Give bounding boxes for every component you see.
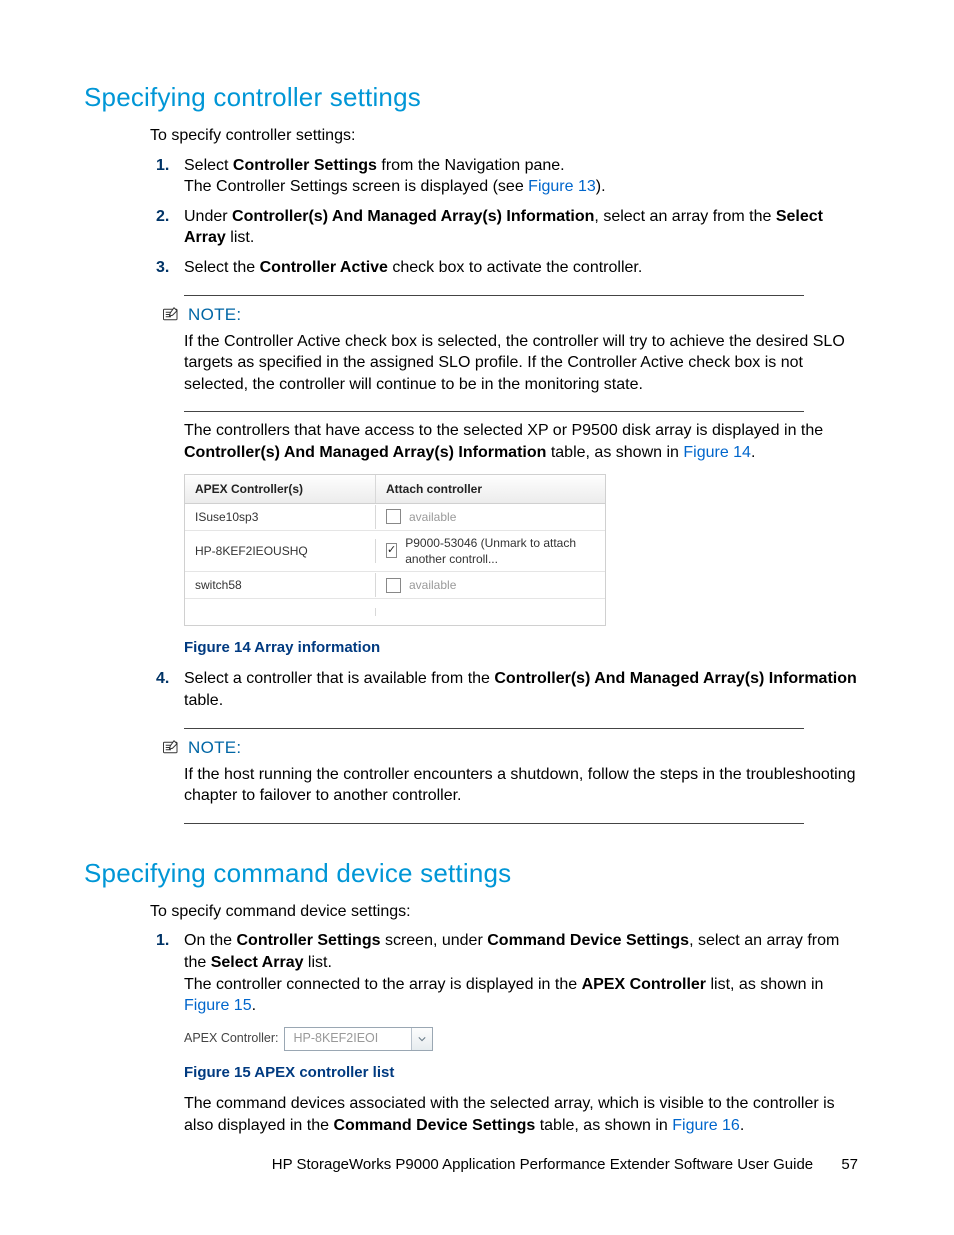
text: Select a controller that is available fr…: [184, 670, 494, 687]
text: On the: [184, 932, 236, 949]
bold: Controller Active: [260, 259, 388, 276]
text: from the Navigation pane.: [377, 157, 565, 174]
bold: Controller(s) And Managed Array(s) Infor…: [184, 444, 546, 461]
step-4: Select a controller that is available fr…: [184, 668, 864, 711]
text: , select an array from the: [594, 208, 775, 225]
page-number: 57: [841, 1156, 858, 1173]
apex-controller-label: APEX Controller:: [184, 1030, 278, 1047]
steps-list-2: On the Controller Settings screen, under…: [150, 930, 864, 1016]
text: list.: [226, 229, 254, 246]
note-1-body: If the Controller Active check box is se…: [184, 331, 864, 396]
text: ).: [596, 178, 606, 195]
text: .: [740, 1117, 744, 1134]
attach-status: available: [409, 509, 456, 525]
note-2-body: If the host running the controller encou…: [184, 764, 864, 807]
controller-name: HP-8KEF2IEOUSHQ: [185, 539, 376, 563]
attach-checkbox[interactable]: [386, 578, 401, 593]
intro-text: To specify controller settings:: [150, 125, 864, 147]
attach-status: P9000-53046 (Unmark to attach another co…: [405, 535, 595, 567]
divider: [184, 295, 804, 296]
table-row: [185, 599, 605, 625]
table-row: switch58 available: [185, 572, 605, 599]
attach-status: available: [409, 577, 456, 593]
footer-title: HP StorageWorks P9000 Application Perfor…: [272, 1156, 813, 1173]
text: .: [252, 997, 256, 1014]
text: list.: [303, 954, 331, 971]
figure-15-link[interactable]: Figure 15: [184, 997, 252, 1014]
divider: [184, 823, 804, 824]
text: The controllers that have access to the …: [184, 422, 823, 439]
figure-15-caption: Figure 15 APEX controller list: [184, 1063, 864, 1083]
column-header: Attach controller: [376, 475, 605, 503]
figure-16-link[interactable]: Figure 16: [672, 1117, 740, 1134]
note-icon: [162, 740, 180, 756]
step-3: Select the Controller Active check box t…: [184, 257, 864, 279]
figure-13-link[interactable]: Figure 13: [528, 178, 596, 195]
text: The controller connected to the array is…: [184, 976, 582, 993]
column-header: APEX Controller(s): [185, 475, 376, 503]
divider: [184, 728, 804, 729]
attach-checkbox[interactable]: [386, 509, 401, 524]
text: table, as shown in: [546, 444, 683, 461]
bold: APEX Controller: [582, 976, 706, 993]
text: The Controller Settings screen is displa…: [184, 178, 528, 195]
figure-14-caption: Figure 14 Array information: [184, 638, 864, 658]
chevron-down-icon: [411, 1028, 432, 1050]
select-value: HP-8KEF2IEOI: [285, 1030, 411, 1047]
note-icon: [162, 307, 180, 323]
note-label: NOTE:: [188, 304, 241, 327]
controller-name: ISuse10sp3: [185, 505, 376, 529]
paragraph: The command devices associated with the …: [184, 1093, 864, 1136]
attach-checkbox[interactable]: ✓: [386, 543, 397, 558]
bold: Command Device Settings: [487, 932, 689, 949]
intro-text: To specify command device settings:: [150, 901, 864, 923]
step-1: Select Controller Settings from the Navi…: [184, 155, 864, 198]
paragraph: The controllers that have access to the …: [184, 420, 864, 463]
page-footer: HP StorageWorks P9000 Application Perfor…: [272, 1155, 858, 1175]
figure-15-dropdown: APEX Controller: HP-8KEF2IEOI: [184, 1027, 864, 1051]
divider: [184, 411, 804, 412]
text: Select the: [184, 259, 260, 276]
heading-controller-settings: Specifying controller settings: [84, 80, 864, 115]
bold: Controller(s) And Managed Array(s) Infor…: [494, 670, 856, 687]
text: list, as shown in: [706, 976, 823, 993]
note-label: NOTE:: [188, 737, 241, 760]
steps-list-1: Select Controller Settings from the Navi…: [150, 155, 864, 279]
text: screen, under: [381, 932, 488, 949]
text: .: [751, 444, 755, 461]
bold: Controller Settings: [233, 157, 377, 174]
steps-list-1-cont: Select a controller that is available fr…: [150, 668, 864, 711]
figure-14-link[interactable]: Figure 14: [683, 444, 751, 461]
table-row: HP-8KEF2IEOUSHQ ✓ P9000-53046 (Unmark to…: [185, 531, 605, 572]
bold: Select Array: [211, 954, 304, 971]
text: table, as shown in: [535, 1117, 672, 1134]
table-row: ISuse10sp3 available: [185, 504, 605, 531]
figure-14-table: APEX Controller(s) Attach controller ISu…: [184, 474, 606, 627]
controller-name: switch58: [185, 573, 376, 597]
step-1: On the Controller Settings screen, under…: [184, 930, 864, 1016]
text: Under: [184, 208, 232, 225]
bold: Controller Settings: [236, 932, 380, 949]
apex-controller-select[interactable]: HP-8KEF2IEOI: [284, 1027, 433, 1051]
heading-command-device-settings: Specifying command device settings: [84, 856, 864, 891]
text: table.: [184, 692, 223, 709]
text: Select: [184, 157, 233, 174]
bold: Command Device Settings: [333, 1117, 535, 1134]
bold: Controller(s) And Managed Array(s) Infor…: [232, 208, 594, 225]
step-2: Under Controller(s) And Managed Array(s)…: [184, 206, 864, 249]
text: check box to activate the controller.: [388, 259, 642, 276]
